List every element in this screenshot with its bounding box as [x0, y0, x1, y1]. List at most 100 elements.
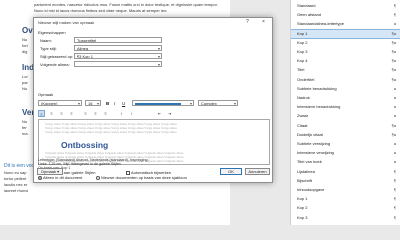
language-select[interactable]: Complex ▾: [198, 100, 238, 106]
doc-line: Nu: [22, 86, 28, 91]
style-item[interactable]: Intensieve verwijzing a: [291, 149, 400, 157]
style-item[interactable]: Lijstalinea ¶: [291, 168, 400, 176]
font-size-select[interactable]: 16 ▾: [85, 100, 101, 106]
new-documents-radio[interactable]: Nieuwe documenten op basis van deze sjab…: [96, 175, 187, 180]
style-type-icon: ¶a: [391, 58, 396, 64]
style-item[interactable]: Kop 1 ¶a: [291, 28, 400, 39]
style-item[interactable]: Intensieve benadrukking a: [291, 103, 400, 111]
style-item-label: Ondertitel: [297, 76, 315, 82]
align-right-icon[interactable]: ≡: [58, 110, 65, 117]
doc-line: parturient montes, nascetur ridiculus mu…: [34, 2, 218, 7]
style-item[interactable]: Citaat ¶a: [291, 122, 400, 130]
doc-line: iaculis nec er: [4, 182, 28, 187]
font-select[interactable]: (Koppen) ▾: [38, 100, 82, 106]
this-document-radio[interactable]: Alleen in dit document: [38, 175, 82, 180]
style-item[interactable]: Geen afstand ¶: [291, 11, 400, 19]
style-item[interactable]: Kop 3 ¶: [291, 214, 400, 222]
style-type-icon: ¶: [393, 205, 396, 211]
language-value: Complex: [201, 101, 217, 106]
line-spacing-one-half-icon[interactable]: ≡: [92, 110, 99, 117]
style-item[interactable]: Kop 2 ¶: [291, 204, 400, 212]
increase-indent-icon[interactable]: ⇥: [166, 110, 173, 117]
style-item[interactable]: Subtiele verwijzing a: [291, 140, 400, 148]
style-item-label: Kop 1: [297, 196, 308, 202]
cancel-button[interactable]: Annuleren: [245, 168, 270, 175]
style-type-icon: a: [393, 159, 396, 165]
style-item-label: Nadruk: [297, 95, 310, 100]
style-item-label: Duidelijk citaat: [297, 131, 323, 137]
based-on-label: Stijl gebaseerd op:: [40, 54, 74, 59]
line-spacing-double-icon[interactable]: ≡: [102, 110, 109, 117]
chevron-down-icon: ▾: [77, 101, 80, 106]
new-style-dialog: Nieuwe stijl maken van opmaak ? × Eigens…: [33, 17, 273, 183]
format-toolbar: (Koppen) ▾ 16 ▾ B I U ▾ Complex ▾: [38, 100, 270, 107]
style-item-label: Lijstalinea: [297, 168, 315, 174]
style-type-icon: a: [393, 85, 396, 91]
style-item-label: Geen afstand: [297, 12, 322, 18]
section-format: Opmaak: [38, 92, 54, 97]
style-item[interactable]: Standaardalinea-lettertype a: [291, 20, 400, 28]
style-item-label: Kop 2: [297, 39, 308, 45]
style-type-icon: ¶: [393, 3, 396, 8]
doc-line: fer: [22, 125, 27, 130]
style-item-label: Subtiele verwijzing: [297, 141, 331, 146]
close-icon[interactable]: ×: [262, 19, 265, 25]
decrease-indent-icon[interactable]: ⇤: [156, 110, 163, 117]
next-paragraph-select[interactable]: ▾: [74, 61, 162, 67]
doc-line: Dit is een voo: [4, 163, 35, 169]
space-after-icon[interactable]: ↕: [128, 110, 135, 117]
style-item[interactable]: Ondertitel ¶a: [291, 76, 400, 84]
style-item[interactable]: Titel van boek a: [291, 158, 400, 166]
style-item[interactable]: Nadruk a: [291, 94, 400, 102]
style-item[interactable]: Inhoudsopgave ¶: [291, 186, 400, 194]
align-justify-icon[interactable]: ≡: [68, 110, 75, 117]
align-left-icon[interactable]: ≡: [38, 110, 45, 117]
italic-button[interactable]: I: [114, 100, 115, 107]
name-field[interactable]: Tussentitel: [74, 37, 162, 43]
style-item[interactable]: Titel ¶a: [291, 66, 400, 74]
style-item-label: Inhoudsopgave: [297, 187, 325, 192]
style-type-icon: a: [393, 104, 396, 110]
style-item[interactable]: Kop 2 ¶a: [291, 39, 400, 47]
style-type-icon: a: [393, 150, 396, 156]
style-item-label: Titel van boek: [297, 159, 322, 165]
style-type-icon: ¶: [393, 177, 396, 183]
style-type-icon: a: [393, 113, 396, 119]
style-item[interactable]: Kop 1 ¶: [291, 195, 400, 203]
style-type-icon: a: [393, 95, 396, 100]
help-button[interactable]: ?: [246, 19, 249, 25]
line-spacing-single-icon[interactable]: ≡: [82, 110, 89, 117]
style-item-label: Subtiele benadrukking: [297, 85, 337, 91]
style-item[interactable]: Zwaar a: [291, 112, 400, 120]
style-item[interactable]: Kop 4 ¶a: [291, 57, 400, 65]
this-document-label: Alleen in dit document: [43, 175, 83, 180]
style-item-label: Kop 4: [297, 58, 308, 64]
ok-button[interactable]: OK: [220, 168, 242, 175]
style-item[interactable]: Duidelijk citaat ¶a: [291, 131, 400, 139]
style-type-value: Alinea: [77, 46, 89, 51]
bold-button[interactable]: B: [106, 100, 109, 107]
style-item[interactable]: Subtiele benadrukking a: [291, 85, 400, 93]
doc-line: dig: [22, 49, 28, 54]
style-type-icon: ¶a: [391, 49, 396, 54]
underline-button[interactable]: U: [122, 100, 125, 107]
format-menu-button[interactable]: Opmaak ▾: [37, 168, 63, 175]
font-color-select[interactable]: ▾: [132, 100, 194, 106]
align-center-icon[interactable]: ≡: [48, 110, 55, 117]
style-item[interactable]: Kop 3 ¶a: [291, 48, 400, 56]
style-item-label: Intensieve verwijzing: [297, 150, 334, 156]
style-item-label: Kop 3: [297, 49, 308, 54]
style-item-label: Kop 3: [297, 214, 308, 220]
space-before-icon[interactable]: ↕: [118, 110, 125, 117]
style-type-icon: ¶a: [391, 122, 396, 128]
font-size-value: 16: [88, 101, 93, 106]
chevron-down-icon: ▾: [57, 169, 60, 174]
style-type-icon: ¶: [393, 196, 396, 202]
based-on-select[interactable]: ¶3 Kop 1 ▾: [74, 53, 162, 59]
style-item[interactable]: Standaard ¶: [291, 2, 400, 10]
style-item-label: Bijschrift: [297, 177, 313, 183]
style-item[interactable]: Bijschrift ¶: [291, 177, 400, 185]
style-type-icon: ¶: [393, 168, 396, 174]
style-type-select[interactable]: Alinea ▾: [74, 45, 162, 51]
style-type-icon: a: [393, 141, 396, 146]
